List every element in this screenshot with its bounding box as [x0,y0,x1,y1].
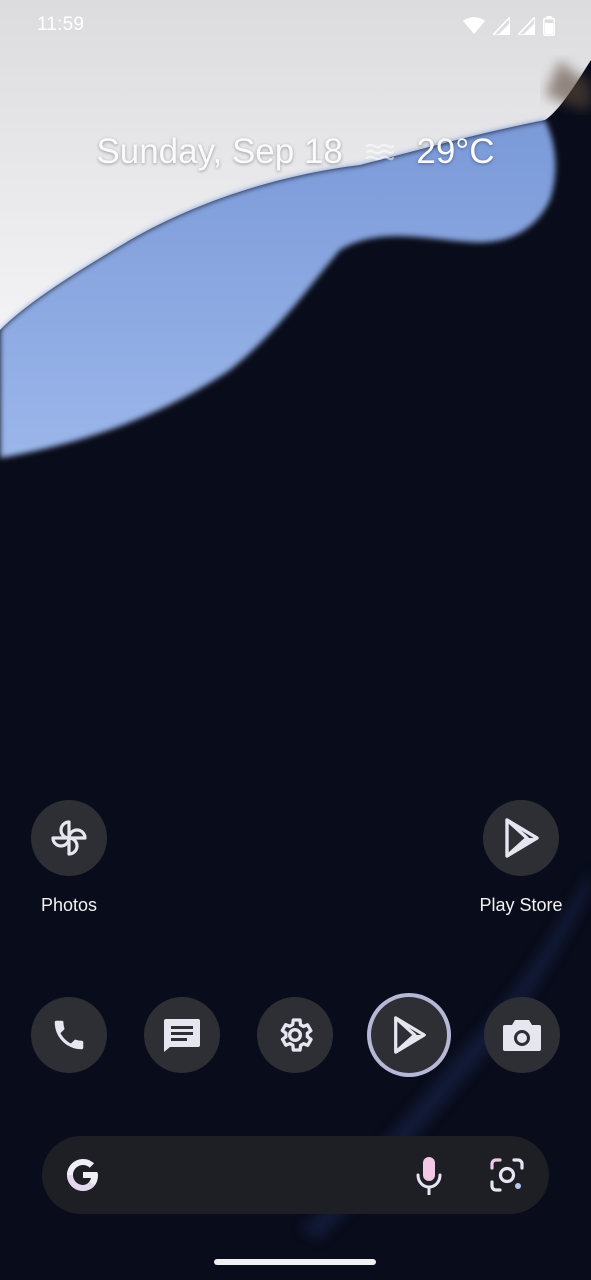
dock-camera-button[interactable] [484,997,560,1073]
google-g-icon[interactable] [65,1157,101,1193]
settings-gear-icon [280,1018,313,1052]
lens-icon[interactable] [488,1156,526,1194]
glance-temperature[interactable]: 29°C [416,132,494,171]
glance-date[interactable]: Sunday, Sep 18 [96,132,343,171]
at-a-glance[interactable]: Sunday, Sep 18 29°C [0,130,591,172]
app-label-play-store: Play Store [479,895,563,915]
status-bar: 11:59 [0,0,591,52]
dock-settings-button[interactable] [257,997,333,1073]
app-photos[interactable]: Photos [11,800,127,916]
gesture-nav-handle[interactable] [214,1259,376,1265]
dock-messages-button[interactable] [144,997,220,1073]
microphone-icon[interactable] [414,1155,444,1197]
play-store-icon [394,1016,426,1054]
signal-icon [518,17,535,35]
signal-icon [493,17,510,35]
play-store-icon [505,818,539,858]
app-label-photos: Photos [40,895,98,915]
phone-icon [54,1020,84,1050]
app-play-store[interactable]: Play Store [463,800,579,916]
photos-pinwheel-icon [51,820,87,856]
battery-icon [543,16,555,36]
camera-icon [503,1020,541,1051]
photos-icon-circle[interactable] [31,800,107,876]
search-bar[interactable] [42,1136,549,1214]
dock-play-store-button[interactable] [371,997,447,1073]
messages-icon [164,1019,200,1052]
dock-phone-button[interactable] [31,997,107,1073]
wallpaper [0,0,591,1280]
status-time: 11:59 [37,14,85,35]
play-store-icon-circle[interactable] [483,800,559,876]
haze-icon [365,143,394,160]
wifi-icon [463,17,485,34]
status-icons [463,15,555,37]
